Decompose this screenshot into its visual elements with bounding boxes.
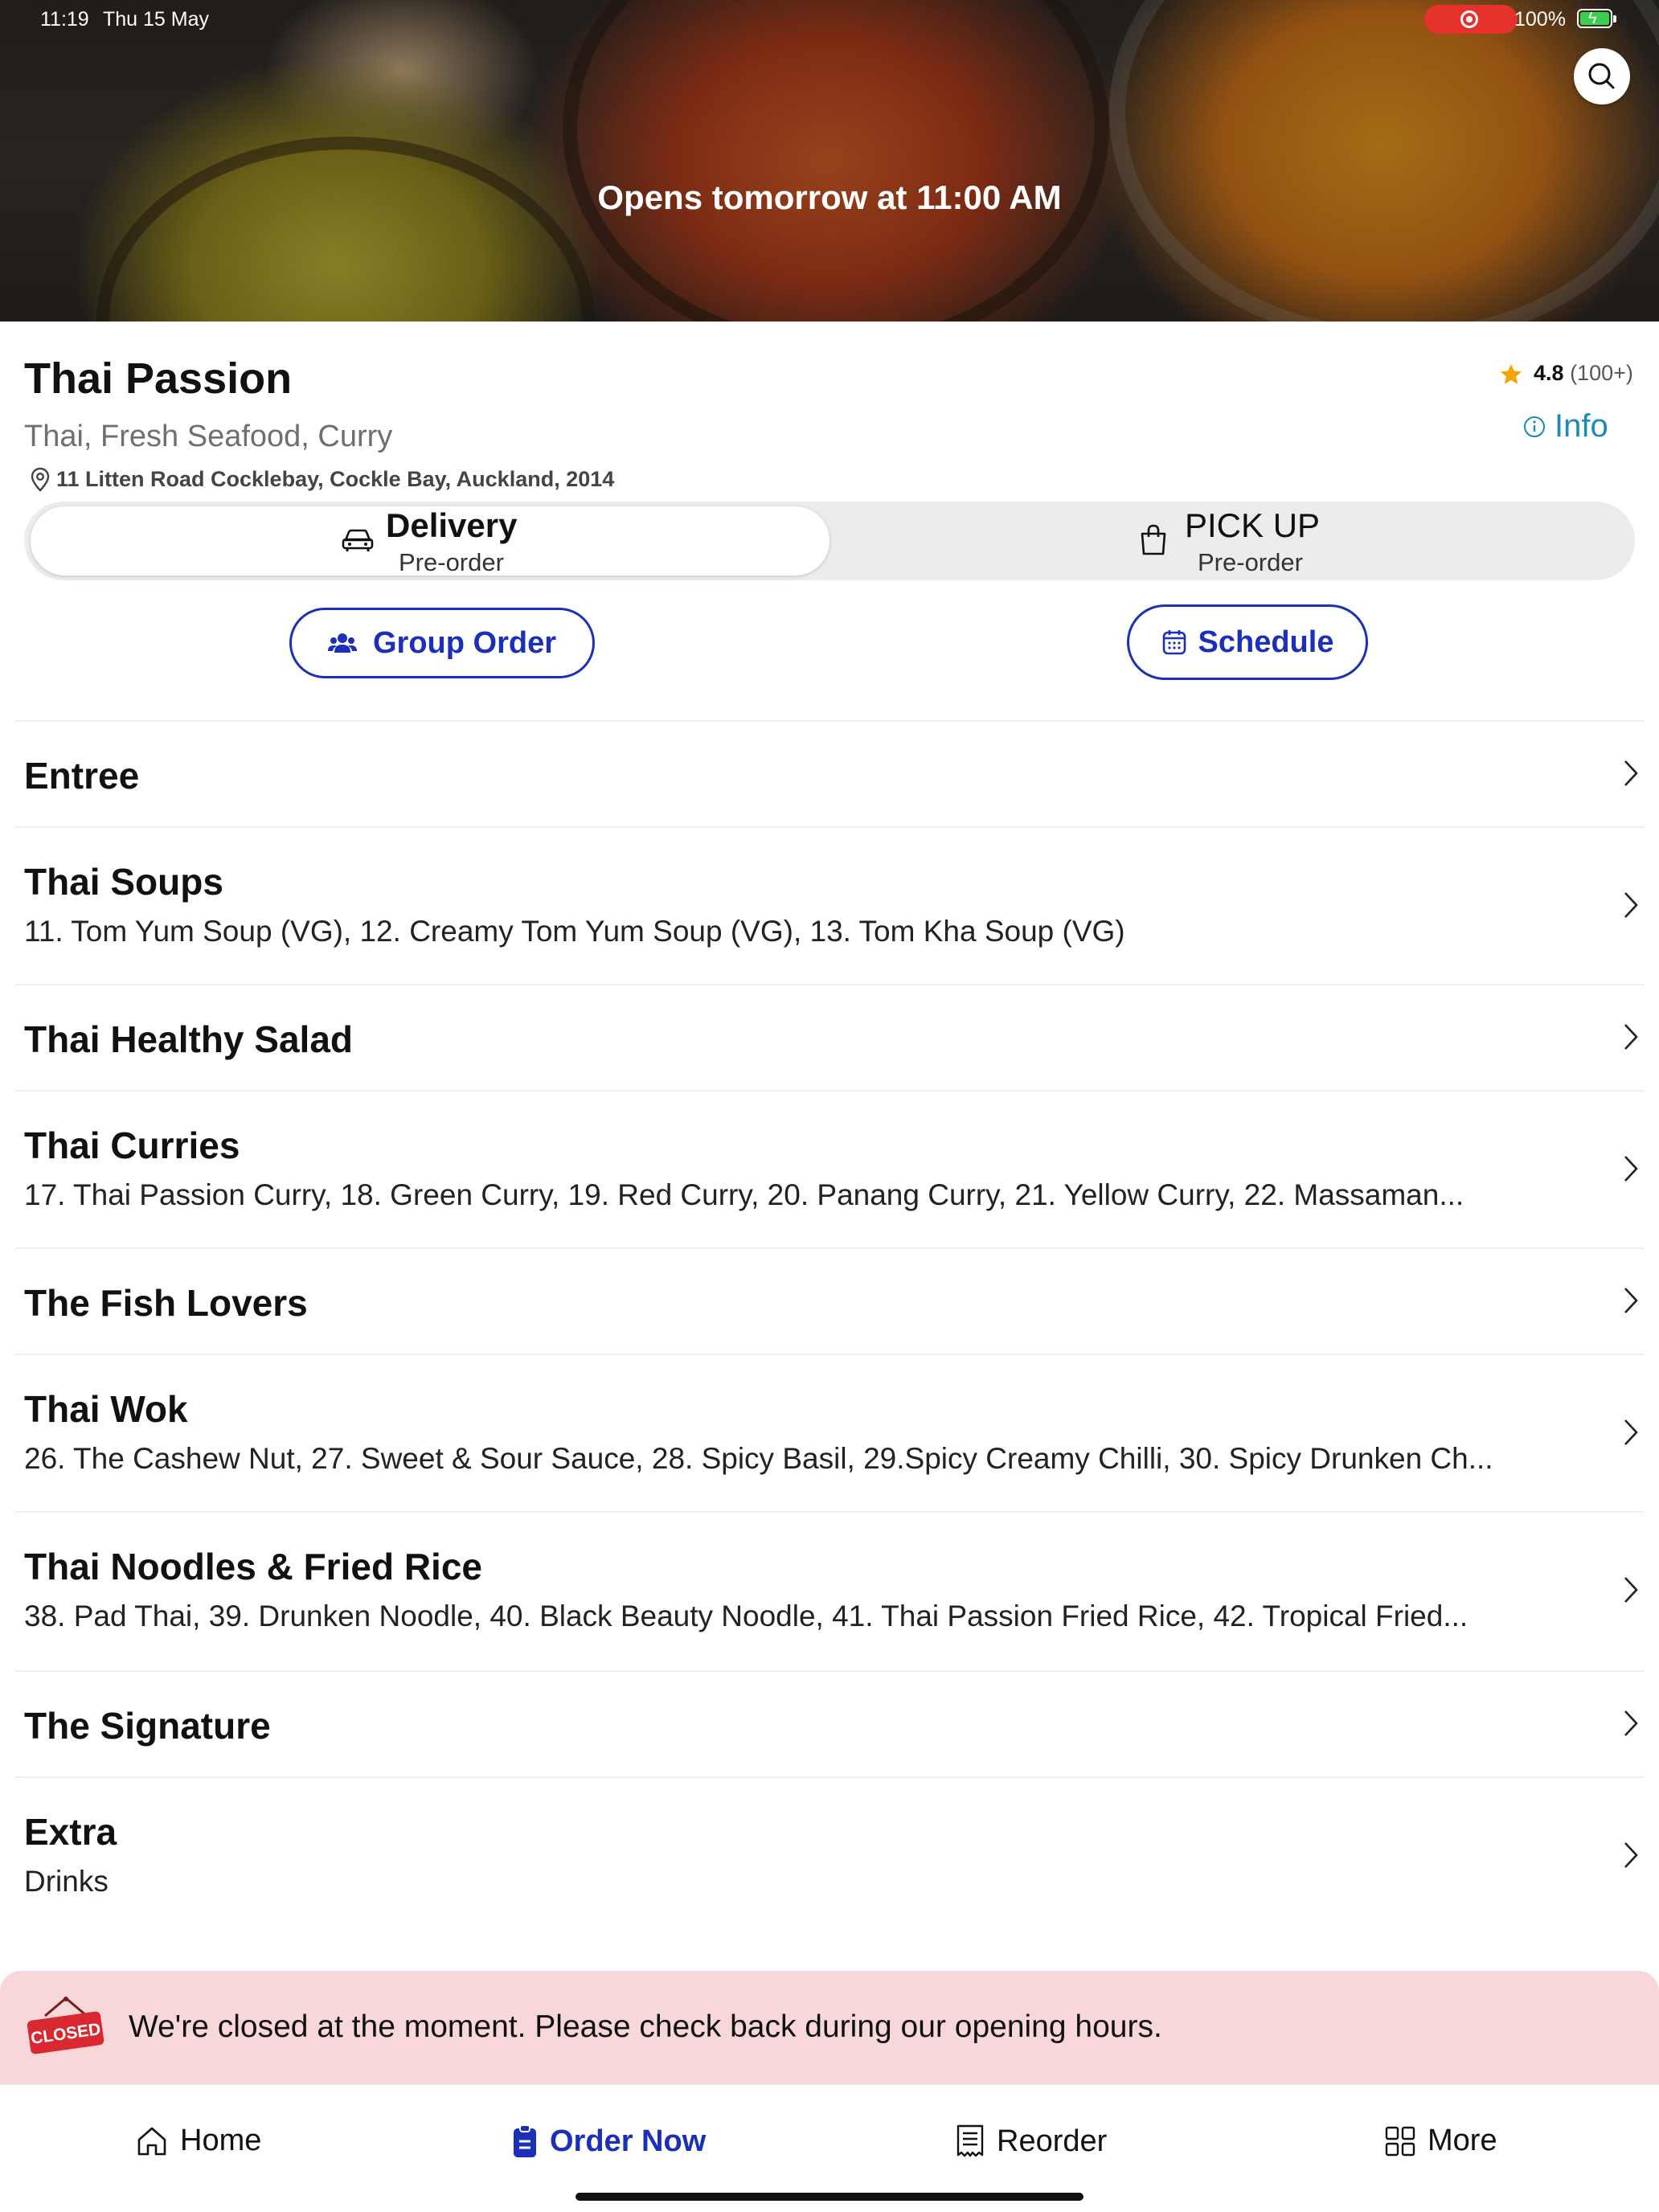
order-icon bbox=[514, 2124, 536, 2157]
status-date: Thu 15 May bbox=[103, 8, 210, 31]
category-title: Thai Soups bbox=[24, 861, 223, 903]
chevron-right-icon bbox=[1624, 1577, 1638, 1603]
category-description: 38. Pad Thai, 39. Drunken Noodle, 40. Bl… bbox=[24, 1600, 1469, 1632]
tab-home-label: Home bbox=[180, 2124, 262, 2157]
menu-category-the-fish-lovers[interactable]: The Fish Lovers bbox=[14, 1247, 1645, 1354]
chevron-right-icon bbox=[1624, 1710, 1638, 1736]
chevron-right-icon bbox=[1624, 1288, 1638, 1313]
star-icon bbox=[1501, 364, 1522, 384]
order-mode-toggle: Delivery Pre-order PICK UP Pre-order bbox=[24, 502, 1635, 580]
category-title: Extra bbox=[24, 1811, 117, 1853]
category-title: Thai Healthy Salad bbox=[24, 1018, 354, 1060]
schedule-button[interactable]: Schedule bbox=[1127, 604, 1368, 680]
chevron-right-icon bbox=[1624, 760, 1638, 786]
menu-category-thai-noodles-fried-rice[interactable]: Thai Noodles & Fried Rice 38. Pad Thai, … bbox=[14, 1511, 1645, 1670]
menu-category-thai-curries[interactable]: Thai Curries 17. Thai Passion Curry, 18.… bbox=[14, 1090, 1645, 1247]
menu-category-the-signature[interactable]: The Signature bbox=[14, 1670, 1645, 1776]
restaurant-page: 11:19 Thu 15 May 100% ϟ Opens tomorrow a… bbox=[0, 0, 1659, 2212]
category-title: Thai Wok bbox=[24, 1388, 188, 1430]
receipt-icon bbox=[956, 2124, 984, 2157]
rating-count: (100+) bbox=[1570, 361, 1633, 385]
location-pin-icon bbox=[31, 467, 50, 492]
pickup-option[interactable]: PICK UP Pre-order bbox=[830, 506, 1628, 576]
restaurant-name: Thai Passion bbox=[24, 354, 293, 403]
tab-more-label: More bbox=[1428, 2124, 1497, 2157]
status-time: 11:19 bbox=[40, 8, 89, 31]
menu-category-extra[interactable]: Extra Drinks bbox=[14, 1776, 1645, 1934]
restaurant-rating: 4.8 (100+) bbox=[1534, 361, 1633, 386]
delivery-option[interactable]: Delivery Pre-order bbox=[31, 506, 830, 576]
tab-more[interactable]: More bbox=[1384, 2124, 1497, 2158]
tab-order-now[interactable]: Order Now bbox=[511, 2124, 706, 2159]
chevron-right-icon bbox=[1624, 1024, 1638, 1050]
category-description: Drinks bbox=[24, 1865, 109, 1898]
delivery-label: Delivery bbox=[386, 506, 518, 544]
menu-category-thai-healthy-salad[interactable]: Thai Healthy Salad bbox=[14, 984, 1645, 1090]
category-description: 11. Tom Yum Soup (VG), 12. Creamy Tom Yu… bbox=[24, 915, 1125, 948]
restaurant-cuisine: Thai, Fresh Seafood, Curry bbox=[24, 420, 393, 453]
tab-reorder-label: Reorder bbox=[997, 2124, 1108, 2158]
group-order-label: Group Order bbox=[372, 625, 557, 660]
category-title: The Fish Lovers bbox=[24, 1282, 308, 1324]
chevron-right-icon bbox=[1624, 1156, 1638, 1182]
bottom-tab-bar: Home Order Now Reorder More bbox=[0, 2083, 1659, 2212]
pickup-sublabel: Pre-order bbox=[1198, 548, 1303, 576]
menu-category-thai-soups[interactable]: Thai Soups 11. Tom Yum Soup (VG), 12. Cr… bbox=[14, 826, 1645, 984]
chevron-right-icon bbox=[1624, 1842, 1638, 1868]
pickup-label: PICK UP bbox=[1185, 506, 1321, 544]
group-icon bbox=[327, 633, 357, 653]
info-icon bbox=[1524, 416, 1545, 437]
chevron-right-icon bbox=[1624, 1419, 1638, 1445]
menu-category-entree[interactable]: Entree bbox=[14, 720, 1645, 826]
info-link[interactable]: Info bbox=[1522, 408, 1608, 444]
shopping-bag-icon bbox=[1141, 524, 1166, 555]
category-title: The Signature bbox=[24, 1705, 271, 1747]
car-icon bbox=[342, 529, 374, 551]
tab-home[interactable]: Home bbox=[135, 2124, 261, 2158]
category-title: Thai Noodles & Fried Rice bbox=[24, 1546, 482, 1587]
hero-banner-image: 11:19 Thu 15 May 100% ϟ Opens tomorrow a… bbox=[0, 0, 1659, 322]
home-icon bbox=[137, 2127, 166, 2155]
closed-sign-icon: CLOSED bbox=[27, 1997, 104, 2054]
tab-order-now-label: Order Now bbox=[550, 2124, 707, 2158]
menu-category-thai-wok[interactable]: Thai Wok 26. The Cashew Nut, 27. Sweet &… bbox=[14, 1354, 1645, 1511]
calendar-icon bbox=[1162, 630, 1186, 655]
group-order-button[interactable]: Group Order bbox=[289, 608, 595, 678]
schedule-label: Schedule bbox=[1198, 625, 1334, 659]
opening-hours-notice: Opens tomorrow at 11:00 AM bbox=[597, 178, 1062, 216]
status-bar: 11:19 Thu 15 May 100% ϟ bbox=[0, 0, 1659, 40]
tab-reorder[interactable]: Reorder bbox=[955, 2124, 1107, 2159]
closed-message: We're closed at the moment. Please check… bbox=[129, 2009, 1162, 2044]
hero-overlay bbox=[0, 0, 1659, 322]
battery-percent: 100% bbox=[1514, 8, 1566, 31]
delivery-sublabel: Pre-order bbox=[399, 548, 504, 576]
info-label: Info bbox=[1555, 408, 1608, 444]
battery-icon: ϟ bbox=[1577, 9, 1616, 28]
grid-icon bbox=[1385, 2126, 1415, 2156]
category-title: Entree bbox=[24, 755, 140, 797]
category-description: 17. Thai Passion Curry, 18. Green Curry,… bbox=[24, 1178, 1464, 1211]
category-title: Thai Curries bbox=[24, 1124, 240, 1166]
chevron-right-icon bbox=[1624, 892, 1638, 918]
category-description: 26. The Cashew Nut, 27. Sweet & Sour Sau… bbox=[24, 1442, 1493, 1475]
home-indicator[interactable] bbox=[576, 2193, 1083, 2201]
screen-recording-icon bbox=[1424, 5, 1518, 34]
search-icon bbox=[1588, 63, 1615, 89]
restaurant-address: 11 Litten Road Cocklebay, Cockle Bay, Au… bbox=[56, 467, 615, 491]
rating-value: 4.8 bbox=[1534, 361, 1564, 385]
closed-notice-banner: CLOSED We're closed at the moment. Pleas… bbox=[0, 1971, 1659, 2083]
search-button[interactable] bbox=[1574, 48, 1630, 104]
